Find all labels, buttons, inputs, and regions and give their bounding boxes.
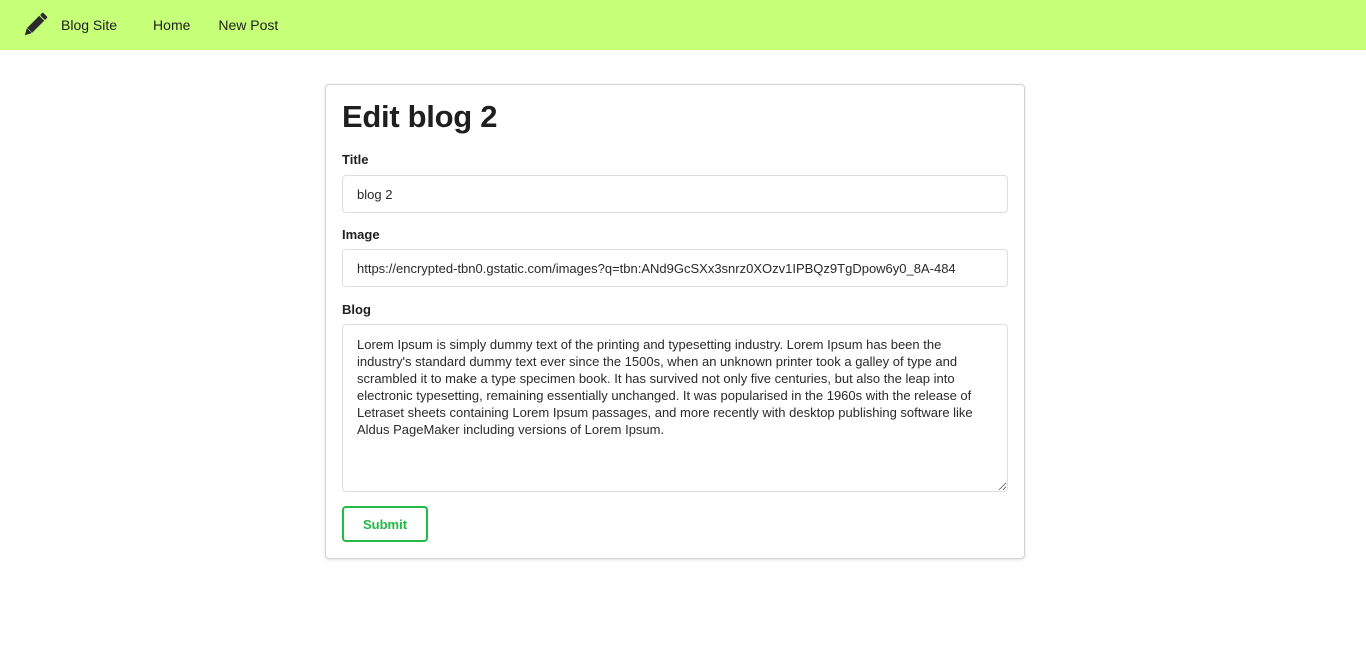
image-url-input[interactable] bbox=[342, 249, 1008, 287]
title-input[interactable] bbox=[342, 175, 1008, 213]
page-title: Edit blog 2 bbox=[342, 99, 498, 134]
edit-blog-card: Edit blog 2 Title Image Blog Lorem Ipsum… bbox=[325, 84, 1025, 559]
nav-item-label: New Post bbox=[218, 17, 279, 33]
image-label: Image bbox=[342, 227, 380, 242]
blog-label: Blog bbox=[342, 302, 371, 317]
nav-item-home[interactable]: Home bbox=[139, 0, 204, 50]
submit-button[interactable]: Submit bbox=[342, 506, 428, 542]
brand-label: Blog Site bbox=[61, 17, 118, 33]
title-label: Title bbox=[342, 152, 369, 167]
nav-item-new-post[interactable]: New Post bbox=[204, 0, 292, 50]
brand-link[interactable]: Blog Site bbox=[0, 0, 139, 50]
pencil-icon bbox=[20, 10, 50, 40]
nav-item-label: Home bbox=[153, 17, 191, 33]
top-navbar: Blog Site Home New Post bbox=[0, 0, 1366, 50]
blog-textarea[interactable]: Lorem Ipsum is simply dummy text of the … bbox=[342, 324, 1008, 492]
